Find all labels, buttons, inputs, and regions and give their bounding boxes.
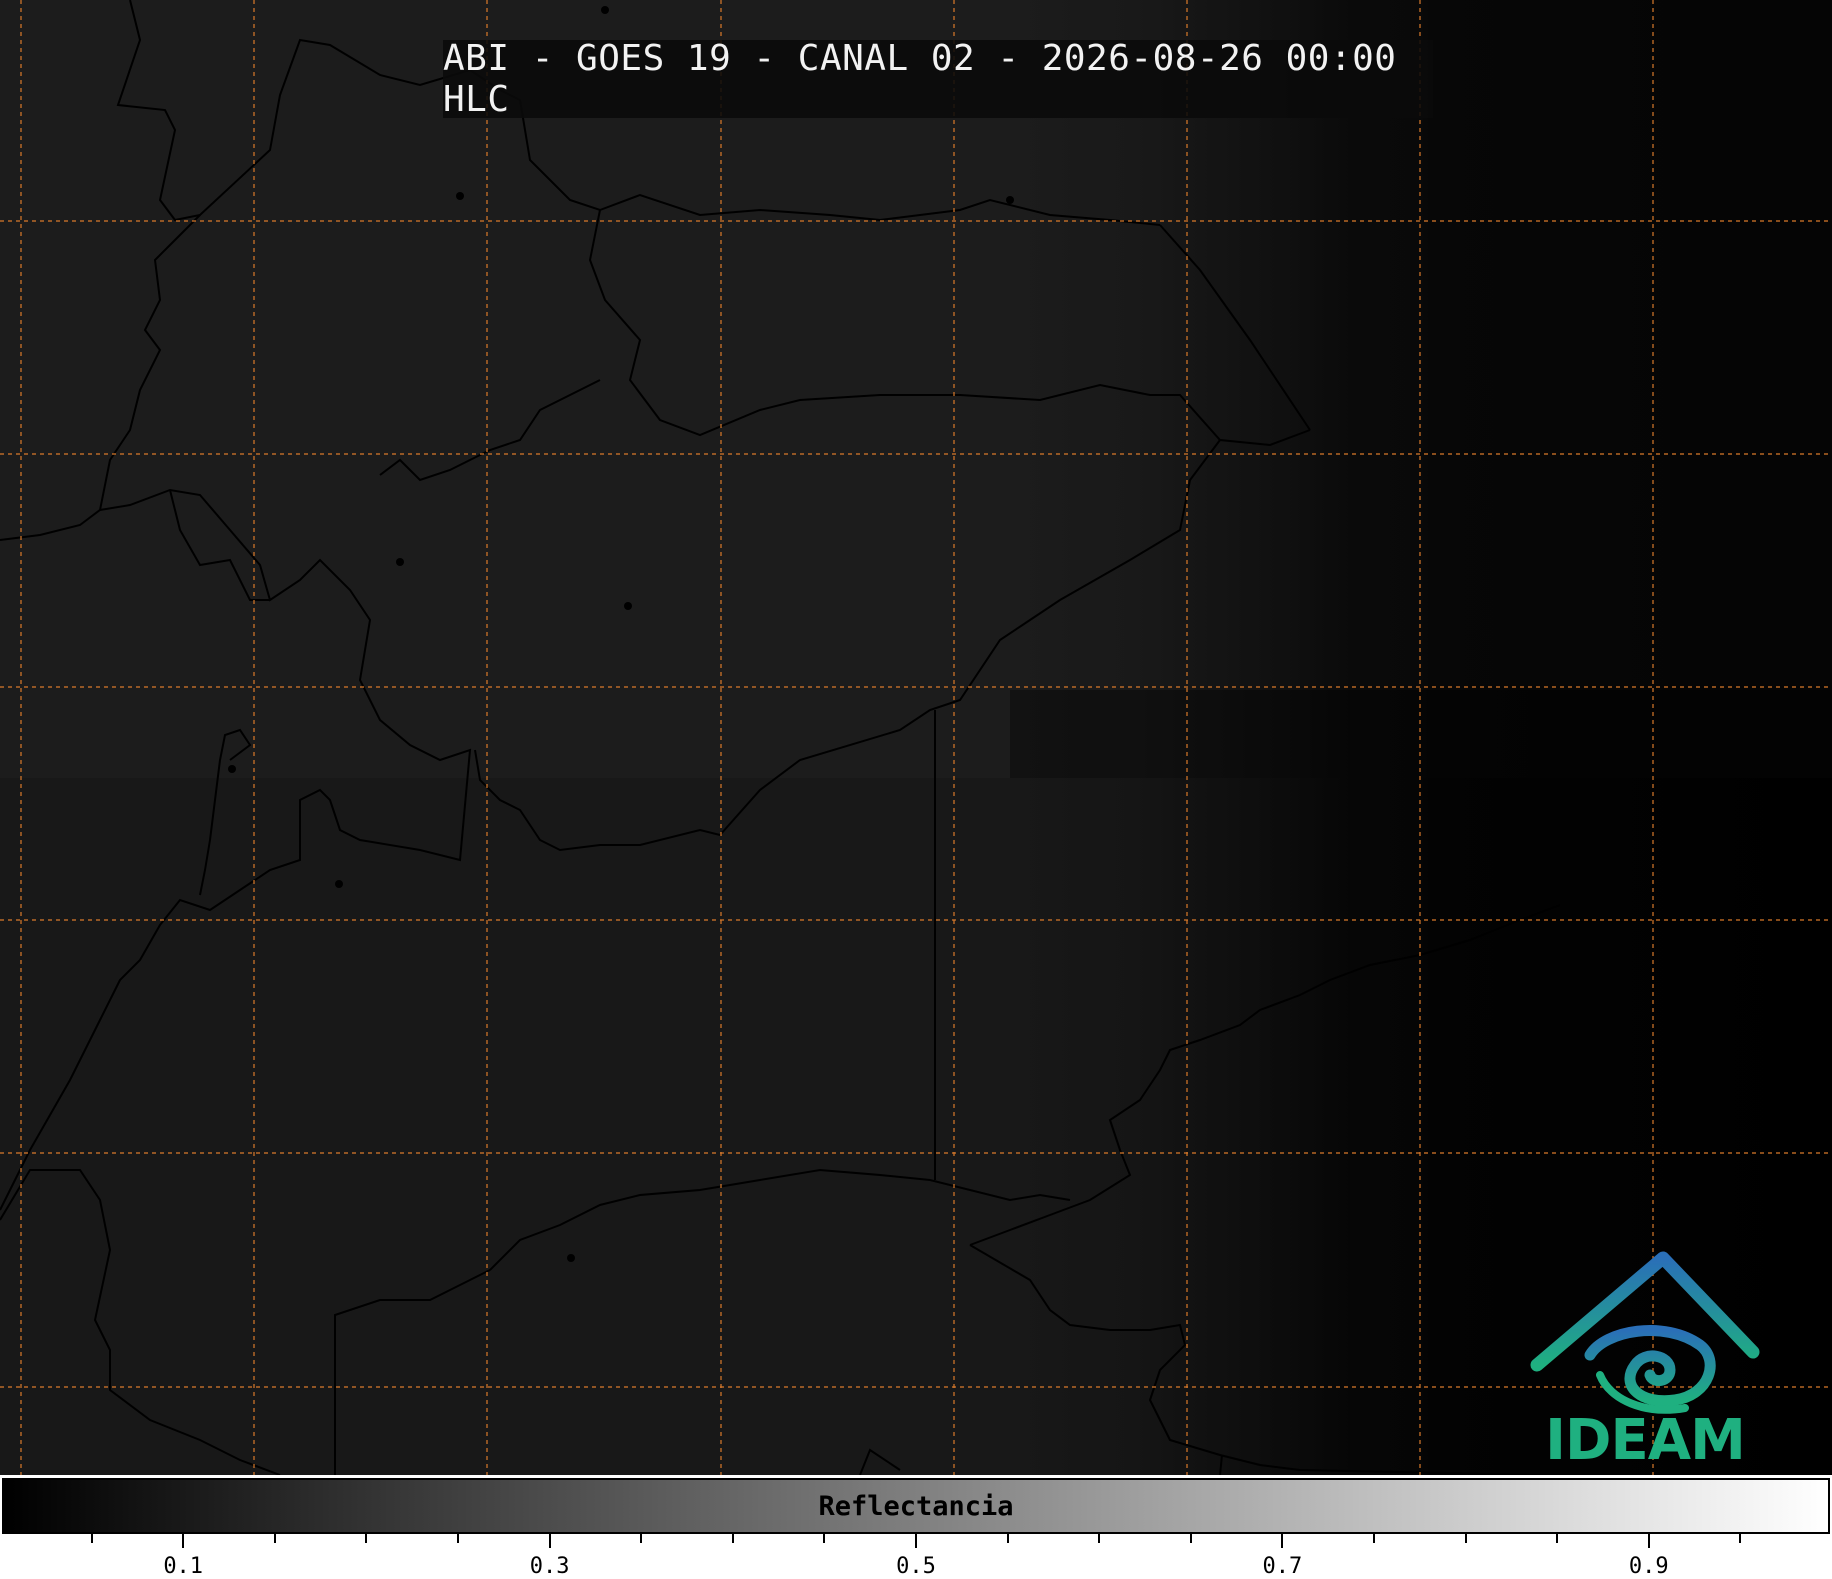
colorbar-minor-tick (823, 1534, 826, 1543)
colorbar-major-tick (915, 1534, 917, 1548)
colorbar-minor-tick (1006, 1534, 1009, 1543)
ideam-logo: IDEAM (1525, 1250, 1765, 1475)
colorbar-minor-tick (273, 1534, 276, 1543)
colorbar-tick-label: 0.5 (896, 1554, 936, 1579)
colorbar-minor-tick (640, 1534, 643, 1543)
colorbar-minor-tick (1739, 1534, 1742, 1543)
city-marker (624, 602, 632, 610)
ideam-logo-icon (1530, 1251, 1760, 1414)
city-marker (1006, 196, 1014, 204)
colorbar-minor-tick (1373, 1534, 1375, 1543)
colorbar-tick-label: 0.3 (529, 1554, 570, 1579)
city-marker (567, 1254, 575, 1262)
colorbar-tick-label: 0.1 (163, 1554, 204, 1579)
colorbar-major-tick (1647, 1534, 1650, 1548)
colorbar-minor-tick (1464, 1534, 1467, 1543)
city-marker (228, 765, 236, 773)
colorbar-minor-tick (1189, 1534, 1192, 1543)
colorbar-minor-tick (457, 1534, 459, 1543)
colorbar-minor-tick (731, 1534, 734, 1543)
ideam-logo-text: IDEAM (1545, 1408, 1746, 1473)
colorbar-minor-tick (365, 1534, 368, 1543)
colorbar-minor-tick (90, 1534, 93, 1543)
colorbar-tick-label: 0.9 (1628, 1554, 1669, 1579)
colorbar-major-tick (1281, 1534, 1284, 1548)
colorbar-minor-tick (1098, 1534, 1101, 1543)
city-marker (335, 880, 343, 888)
city-marker (396, 558, 404, 566)
scan-band-dark (1010, 690, 1832, 778)
map-title-text: ABI - GOES 19 - CANAL 02 - 2026-08-26 00… (443, 38, 1397, 120)
colorbar-major-tick (182, 1534, 185, 1548)
colorbar-label: Reflectancia (818, 1490, 1014, 1522)
colorbar-minor-tick (1556, 1534, 1559, 1543)
city-marker (456, 192, 464, 200)
satellite-map: ABI - GOES 19 - CANAL 02 - 2026-08-26 00… (0, 0, 1832, 1475)
colorbar: Reflectancia (2, 1478, 1830, 1534)
city-marker (601, 6, 609, 14)
colorbar-major-tick (548, 1534, 551, 1548)
colorbar-tick-label: 0.7 (1262, 1554, 1303, 1579)
map-title: ABI - GOES 19 - CANAL 02 - 2026-08-26 00… (443, 38, 1433, 120)
colorbar-ticks: 0.1 0.3 0.5 0.7 0.9 (0, 1534, 1832, 1579)
